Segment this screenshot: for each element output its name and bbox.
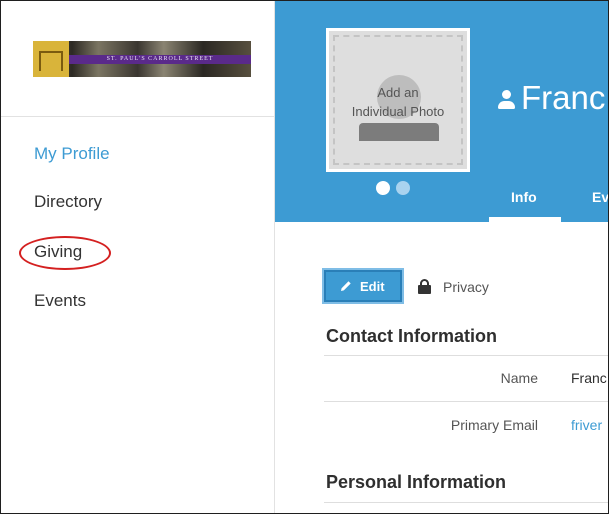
person-icon [497,90,515,112]
logo-text: ST. PAUL'S CARROLL STREET [69,55,251,64]
add-photo-label: Add an Individual Photo [351,85,445,119]
primary-email-label: Primary Email [450,417,538,433]
edit-label: Edit [360,279,385,294]
sidebar: ST. PAUL'S CARROLL STREET My Profile Dir… [1,1,275,513]
privacy-link[interactable]: Privacy [443,279,489,295]
church-emblem-icon [33,41,69,77]
app-window: ST. PAUL'S CARROLL STREET My Profile Dir… [0,0,609,514]
carousel-dot-1[interactable] [376,181,390,195]
pencil-icon [341,281,351,291]
church-logo[interactable]: ST. PAUL'S CARROLL STREET [33,41,251,77]
tab-events[interactable]: Ev [592,189,608,205]
tab-info[interactable]: Info [511,189,537,205]
personal-information-heading: Personal Information [326,472,507,492]
contact-information-heading: Contact Information [326,326,497,346]
primary-email-link[interactable]: friver [571,417,602,433]
lock-icon [418,279,431,294]
sidebar-item-directory[interactable]: Directory [34,192,102,212]
profile-name: Franc [521,79,606,116]
carousel-dot-2[interactable] [396,181,410,195]
profile-banner: Add an Individual Photo Franc Info Ev [275,1,608,222]
name-label: Name [500,370,538,386]
name-value: Franc [571,370,607,386]
main-content: Add an Individual Photo Franc Info Ev Ed… [275,1,608,513]
add-photo-button[interactable]: Add an Individual Photo [326,28,470,172]
divider [324,355,608,356]
edit-button[interactable]: Edit [324,270,402,302]
divider [324,502,608,503]
silhouette-body-icon [359,123,439,141]
sidebar-item-events[interactable]: Events [34,291,86,311]
sidebar-divider [1,116,274,117]
divider [324,401,608,402]
active-tab-indicator [489,217,561,222]
sidebar-item-giving[interactable]: Giving [34,242,82,262]
sidebar-item-my-profile[interactable]: My Profile [34,144,110,164]
